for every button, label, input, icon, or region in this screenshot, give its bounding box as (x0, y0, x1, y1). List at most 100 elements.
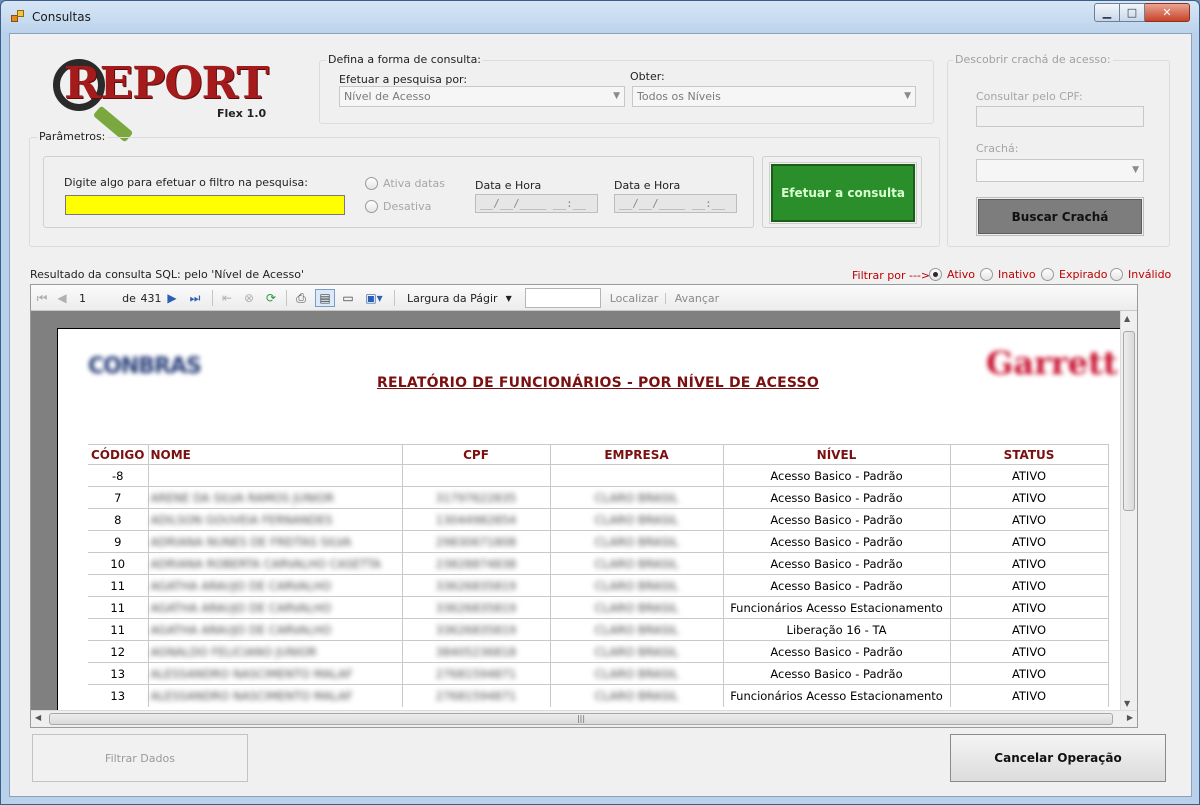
radio-disable-dates[interactable]: Desativa (365, 200, 431, 213)
next-page-icon[interactable]: ▶ (165, 289, 179, 307)
maximize-button[interactable]: □ (1120, 3, 1145, 22)
cell-empresa: CLARO BRASIL (550, 596, 724, 619)
cell-nome: AGNALDO FELICIANO JUNIOR (148, 640, 403, 663)
report-viewer: ⏮ ◀ 1 de 431 ▶ ⏭ ⇤ ⊗ ⟳ ⎙ ▤ ▭ ▣▾ Largura … (30, 284, 1138, 728)
page-setup-icon[interactable]: ▭ (339, 289, 357, 307)
prev-page-icon[interactable]: ◀ (55, 289, 69, 307)
table-row: 11 AGATHA ARAUJO DE CARVALHO 33626835819 CL… (88, 574, 1109, 597)
cell-empresa: CLARO BRASIL (550, 508, 724, 531)
cell-codigo: 11 (88, 596, 149, 619)
cell-nivel: Acesso Basico - Padrão (723, 552, 951, 575)
search-by-label: Efetuar a pesquisa por: (339, 73, 468, 86)
horizontal-scroll-thumb[interactable]: ||| (49, 713, 1113, 725)
cell-status: ATIVO (950, 618, 1109, 641)
filter-radio-inativo[interactable]: Inativo (980, 268, 1036, 281)
back-icon[interactable]: ⇤ (219, 289, 235, 307)
filter-data-button[interactable]: Filtrar Dados (32, 734, 248, 782)
cell-status: ATIVO (950, 552, 1109, 575)
scroll-up-icon: ▲ (1124, 314, 1131, 323)
date-from-input[interactable]: __/__/____ __:__ (475, 194, 598, 213)
cell-empresa (550, 464, 724, 487)
vertical-scroll-thumb[interactable] (1123, 331, 1135, 511)
cell-nome (148, 464, 403, 487)
cell-status: ATIVO (950, 640, 1109, 663)
filter-input[interactable] (65, 195, 345, 215)
badge-group-label: Descobrir crachá de acesso: (953, 53, 1113, 66)
report-table: CÓDIGO NOME CPF EMPRESA NÍVEL STATUS -8 A… (88, 444, 1109, 707)
cell-empresa: CLARO BRASIL (550, 530, 724, 553)
table-row: 10 ADRIANA ROBERTA CARVALHO CASETTA 238288… (88, 552, 1109, 575)
cell-nome: AGATHA ARAUJO DE CARVALHO (148, 596, 403, 619)
radio-enable-dates[interactable]: Ativa datas (365, 177, 445, 190)
export-icon[interactable]: ▣▾ (362, 289, 386, 307)
cell-nome: ALESSANDRO NASCIMENTO MALAF (148, 684, 403, 707)
stop-icon[interactable]: ⊗ (241, 289, 257, 307)
vertical-scrollbar[interactable]: ▲ ▼ (1120, 311, 1137, 711)
cell-nome: ALESSANDRO NASCIMENTO MALAF (148, 662, 403, 685)
cell-empresa: CLARO BRASIL (550, 574, 724, 597)
cell-status: ATIVO (950, 662, 1109, 685)
refresh-icon[interactable]: ⟳ (263, 289, 279, 307)
cell-codigo: 7 (88, 486, 149, 509)
cell-status: ATIVO (950, 464, 1109, 487)
cell-empresa: CLARO BRASIL (550, 618, 724, 641)
cpf-input[interactable] (976, 106, 1144, 127)
cell-cpf: 27681594871 (402, 684, 551, 707)
horizontal-scrollbar[interactable]: ◀ ||| ▶ (31, 710, 1137, 727)
filter-radio-expirado[interactable]: Expirado (1041, 268, 1107, 281)
report-flex-logo: REPORT Flex 1.0 (47, 54, 287, 143)
cell-codigo: 11 (88, 618, 149, 641)
date-to-input[interactable]: __/__/____ __:__ (614, 194, 737, 213)
minimize-button[interactable]: ▁ (1094, 3, 1120, 22)
col-cpf: CPF (402, 444, 551, 465)
table-row: 11 AGATHA ARAUJO DE CARVALHO 33626835819 CL… (88, 618, 1109, 641)
find-link[interactable]: Localizar (609, 289, 659, 307)
page-total: 431 (140, 291, 162, 305)
search-badge-button[interactable]: Buscar Crachá (976, 197, 1144, 236)
cell-status: ATIVO (950, 574, 1109, 597)
cell-codigo: 11 (88, 574, 149, 597)
next-link[interactable]: Avançar (673, 289, 721, 307)
last-page-icon[interactable]: ⏭ (187, 289, 203, 307)
table-row: 8 ADILSON GOUVEIA FERNANDES 13044982854 CLA… (88, 508, 1109, 531)
cell-nivel: Acesso Basico - Padrão (723, 508, 951, 531)
report-page: CONBRAS Garrett RELATÓRIO DE FUNCIONÁRIO… (57, 328, 1137, 711)
search-by-select[interactable]: Nível de Acesso ▼ (339, 86, 625, 107)
run-query-button[interactable]: Efetuar a consulta (769, 162, 917, 224)
cell-codigo: 13 (88, 662, 149, 685)
col-nome: NOME (148, 444, 403, 465)
print-layout-icon[interactable]: ▤ (315, 289, 335, 307)
filter-radio-invalido[interactable]: Inválido (1110, 268, 1171, 281)
scroll-right-icon: ▶ (1126, 713, 1133, 722)
query-mode-group-label: Defina a forma de consulta: (326, 53, 484, 66)
print-icon[interactable]: ⎙ (292, 289, 310, 307)
viewer-toolbar: ⏮ ◀ 1 de 431 ▶ ⏭ ⇤ ⊗ ⟳ ⎙ ▤ ▭ ▣▾ Largura … (31, 285, 1137, 311)
cell-cpf (402, 464, 551, 487)
badge-select[interactable]: ▼ (976, 159, 1144, 182)
logo-version: Flex 1.0 (217, 107, 267, 120)
cancel-operation-button[interactable]: Cancelar Operação (950, 734, 1166, 782)
cell-empresa: CLARO BRASIL (550, 486, 724, 509)
title-bar[interactable]: Consultas ▁ □ ✕ (1, 1, 1199, 33)
table-row: 13 ALESSANDRO NASCIMENTO MALAF 27681594871… (88, 662, 1109, 685)
obtain-select[interactable]: Todos os Níveis ▼ (632, 86, 916, 107)
filter-radio-ativo[interactable]: Ativo (929, 268, 975, 281)
cell-nivel: Acesso Basico - Padrão (723, 530, 951, 553)
table-row: -8 Acesso Basico - Padrão ATIVO (88, 464, 1109, 487)
zoom-select[interactable]: Largura da Págir ▼ (407, 289, 513, 307)
page-number-input[interactable]: 1 (79, 289, 119, 307)
cell-status: ATIVO (950, 596, 1109, 619)
find-text-input[interactable] (525, 288, 601, 308)
report-canvas[interactable]: CONBRAS Garrett RELATÓRIO DE FUNCIONÁRIO… (31, 311, 1137, 711)
cell-codigo: 10 (88, 552, 149, 575)
table-header-row: CÓDIGO NOME CPF EMPRESA NÍVEL STATUS (88, 444, 1109, 465)
chevron-down-icon: ▼ (613, 91, 620, 101)
cell-cpf: 33626835819 (402, 596, 551, 619)
first-page-icon[interactable]: ⏮ (35, 289, 49, 307)
table-row: 9 ADRIANA NUNES DE FREITAS SILVA 298306718… (88, 530, 1109, 553)
cell-status: ATIVO (950, 530, 1109, 553)
close-button[interactable]: ✕ (1145, 3, 1190, 22)
cell-nivel: Liberação 16 - TA (723, 618, 951, 641)
logo-text: REPORT (64, 58, 269, 109)
window-title: Consultas (32, 10, 91, 24)
